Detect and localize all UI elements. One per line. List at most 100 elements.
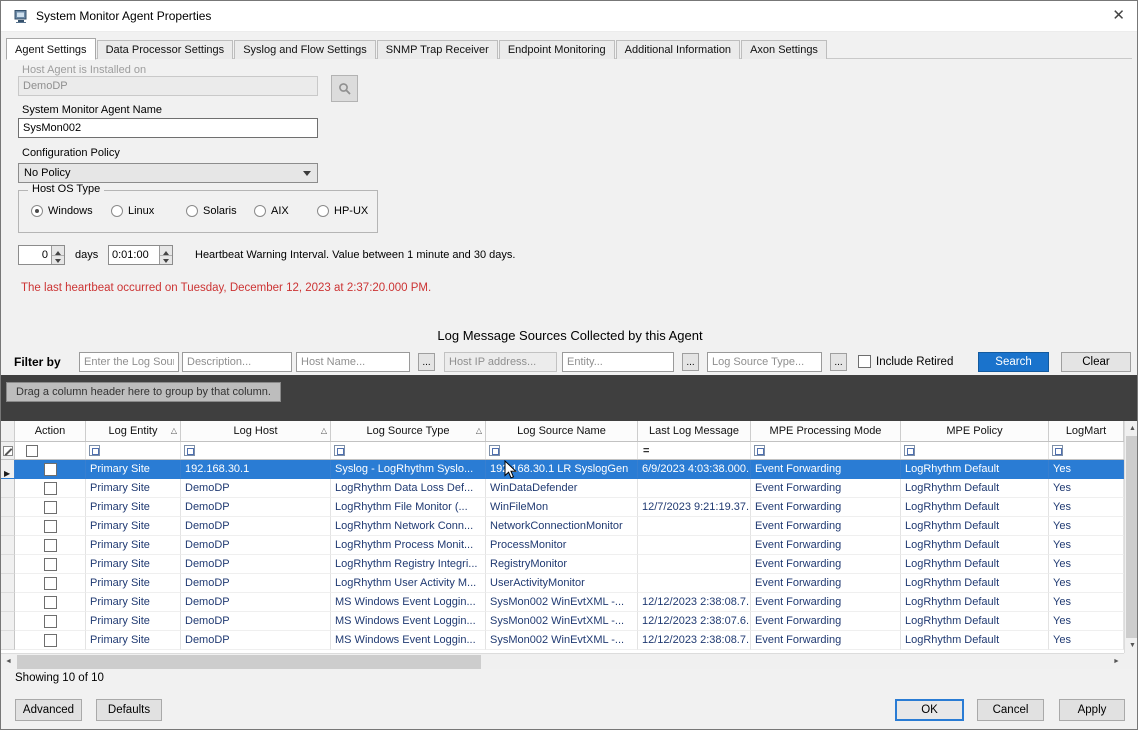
filter-cell-log-source-name[interactable] [486, 442, 638, 459]
spinner-arrows[interactable] [51, 246, 64, 264]
cell-entity: Primary Site [86, 460, 181, 479]
row-checkbox[interactable] [44, 634, 57, 647]
scroll-down-icon[interactable]: ▼ [1125, 638, 1138, 653]
filter-log-source-input[interactable] [79, 352, 179, 372]
log-source-row[interactable]: Primary SiteDemoDPMS Windows Event Loggi… [1, 612, 1124, 631]
browse-host-button[interactable] [331, 75, 358, 102]
filter-cell-mpe-processing-mode[interactable] [751, 442, 901, 459]
advanced-button[interactable]: Advanced [15, 699, 82, 721]
configuration-policy-select[interactable]: No Policy [18, 163, 318, 183]
filter-log-source-type-input[interactable] [707, 352, 822, 372]
column-header-log-source-type[interactable]: Log Source Type△ [331, 421, 486, 441]
filter-cell-log-entity[interactable] [86, 442, 181, 459]
row-indicator [1, 574, 15, 593]
scroll-right-icon[interactable]: ► [1109, 654, 1124, 669]
search-button[interactable]: Search [978, 352, 1049, 372]
scroll-left-icon[interactable]: ◄ [1, 654, 16, 669]
row-checkbox[interactable] [44, 520, 57, 533]
row-checkbox[interactable] [44, 501, 57, 514]
app-icon [13, 8, 29, 24]
spin-down-icon[interactable] [160, 256, 172, 265]
tab-axon-settings[interactable]: Axon Settings [741, 40, 827, 59]
row-checkbox[interactable] [44, 463, 57, 476]
spin-up-icon[interactable] [52, 246, 64, 256]
filter-icon[interactable] [1052, 445, 1063, 456]
select-all-checkbox[interactable] [26, 445, 38, 457]
agent-name-input[interactable] [18, 118, 318, 138]
filter-cell-logmart[interactable] [1049, 442, 1124, 459]
tab-syslog-and-flow-settings[interactable]: Syslog and Flow Settings [234, 40, 376, 59]
filter-icon[interactable] [904, 445, 915, 456]
group-by-bar[interactable]: Drag a column header here to group by th… [1, 375, 1138, 421]
log-source-row[interactable]: Primary SiteDemoDPLogRhythm File Monitor… [1, 498, 1124, 517]
equals-filter-icon[interactable]: = [643, 445, 649, 457]
column-header-log-entity[interactable]: Log Entity△ [86, 421, 181, 441]
horizontal-scrollbar-thumb[interactable] [17, 655, 481, 669]
defaults-button[interactable]: Defaults [96, 699, 162, 721]
column-header-action[interactable]: Action [15, 421, 86, 441]
column-header-log-host[interactable]: Log Host△ [181, 421, 331, 441]
column-header-mpe-policy[interactable]: MPE Policy [901, 421, 1049, 441]
host-name-ellipsis-button[interactable]: ... [418, 353, 435, 371]
apply-button[interactable]: Apply [1059, 699, 1125, 721]
log-source-type-ellipsis-button[interactable]: ... [830, 353, 847, 371]
column-header-last-log-message[interactable]: Last Log Message [638, 421, 751, 441]
filter-icon[interactable] [489, 445, 500, 456]
tab-agent-settings[interactable]: Agent Settings [6, 38, 96, 60]
filter-entity-input[interactable] [562, 352, 674, 372]
column-header-mpe-processing-mode[interactable]: MPE Processing Mode [751, 421, 901, 441]
row-checkbox[interactable] [44, 482, 57, 495]
tab-snmp-trap-receiver[interactable]: SNMP Trap Receiver [377, 40, 498, 59]
horizontal-scrollbar[interactable]: ◄ ► [1, 653, 1124, 669]
filter-icon[interactable] [184, 445, 195, 456]
filter-cell-mpe-policy[interactable] [901, 442, 1049, 459]
spin-down-icon[interactable] [52, 256, 64, 265]
filter-cell-log-source-type[interactable] [331, 442, 486, 459]
filter-icon[interactable] [334, 445, 345, 456]
radio-os-hp-ux[interactable]: HP-UX [317, 204, 368, 218]
log-source-row[interactable]: Primary SiteDemoDPLogRhythm User Activit… [1, 574, 1124, 593]
radio-os-solaris[interactable]: Solaris [186, 204, 237, 218]
log-source-row[interactable]: ▶Primary Site192.168.30.1Syslog - LogRhy… [1, 460, 1124, 479]
filter-cell-last-log-message[interactable]: = [638, 442, 751, 459]
include-retired-checkbox[interactable] [858, 355, 871, 368]
log-source-row[interactable]: Primary SiteDemoDPLogRhythm Data Loss De… [1, 479, 1124, 498]
filter-description-input[interactable] [182, 352, 292, 372]
scroll-up-icon[interactable]: ▲ [1125, 421, 1138, 436]
spin-up-icon[interactable] [160, 246, 172, 256]
log-source-row[interactable]: Primary SiteDemoDPMS Windows Event Loggi… [1, 593, 1124, 612]
clear-button[interactable]: Clear [1061, 352, 1131, 372]
tab-endpoint-monitoring[interactable]: Endpoint Monitoring [499, 40, 615, 59]
log-source-row[interactable]: Primary SiteDemoDPMS Windows Event Loggi… [1, 631, 1124, 650]
vertical-scrollbar[interactable]: ▲ ▼ [1124, 421, 1138, 653]
radio-os-windows[interactable]: Windows [31, 204, 93, 218]
filter-host-name-input[interactable] [296, 352, 410, 372]
column-header-log-source-name[interactable]: Log Source Name [486, 421, 638, 441]
entity-ellipsis-button[interactable]: ... [682, 353, 699, 371]
tab-additional-information[interactable]: Additional Information [616, 40, 740, 59]
filter-icon[interactable] [754, 445, 765, 456]
filter-cell-log-host[interactable] [181, 442, 331, 459]
row-checkbox[interactable] [44, 596, 57, 609]
ok-button[interactable]: OK [895, 699, 964, 721]
filter-cell-action[interactable] [15, 442, 86, 459]
log-source-row[interactable]: Primary SiteDemoDPLogRhythm Process Moni… [1, 536, 1124, 555]
tab-data-processor-settings[interactable]: Data Processor Settings [97, 40, 234, 59]
radio-os-linux[interactable]: Linux [111, 204, 154, 218]
log-source-row[interactable]: Primary SiteDemoDPLogRhythm Network Conn… [1, 517, 1124, 536]
spinner-arrows[interactable] [159, 246, 172, 264]
interval-spinner[interactable]: 0:01:00 [108, 245, 173, 265]
row-checkbox[interactable] [44, 539, 57, 552]
filter-icon[interactable] [89, 445, 100, 456]
days-spinner[interactable]: 0 [18, 245, 65, 265]
log-source-row[interactable]: Primary SiteDemoDPLogRhythm Registry Int… [1, 555, 1124, 574]
vertical-scrollbar-thumb[interactable] [1126, 436, 1138, 638]
column-header-logmart[interactable]: LogMart [1049, 421, 1124, 441]
radio-os-aix[interactable]: AIX [254, 204, 289, 218]
row-checkbox[interactable] [44, 615, 57, 628]
row-checkbox[interactable] [44, 577, 57, 590]
cancel-button[interactable]: Cancel [977, 699, 1044, 721]
close-icon[interactable]: ✕ [1112, 8, 1125, 23]
cell-mode: Event Forwarding [751, 536, 901, 555]
row-checkbox[interactable] [44, 558, 57, 571]
